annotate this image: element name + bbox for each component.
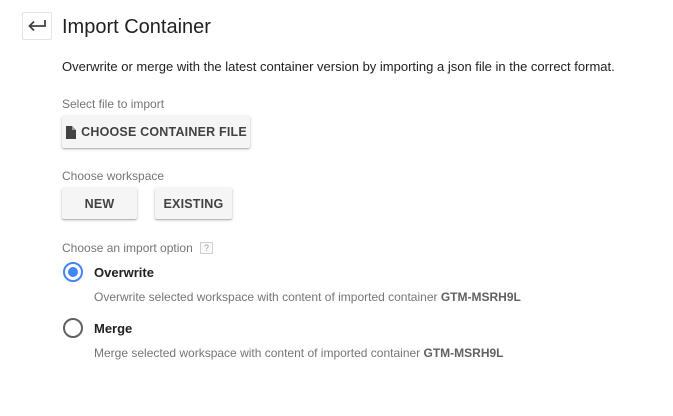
choose-container-file-label: CHOOSE CONTAINER FILE	[81, 125, 247, 139]
page-description: Overwrite or merge with the latest conta…	[62, 59, 615, 74]
choose-workspace-label: Choose workspace	[62, 169, 165, 183]
existing-workspace-button[interactable]: EXISTING	[155, 188, 232, 219]
select-file-label: Select file to import	[62, 97, 165, 111]
merge-radio[interactable]	[63, 318, 83, 338]
choose-container-file-button[interactable]: CHOOSE CONTAINER FILE	[62, 116, 250, 148]
help-icon[interactable]: ?	[200, 242, 213, 254]
import-container-page: Import Container Overwrite or merge with…	[0, 0, 673, 416]
overwrite-container-id: GTM-MSRH9L	[440, 290, 521, 304]
overwrite-radio[interactable]	[63, 262, 83, 282]
back-button[interactable]	[22, 12, 52, 40]
merge-label[interactable]: Merge	[94, 321, 132, 337]
page-title: Import Container	[62, 16, 211, 38]
merge-description-text: Merge selected workspace with content of…	[94, 346, 421, 360]
import-option-label: Choose an import option	[62, 241, 193, 255]
radio-selected-dot	[68, 267, 78, 277]
overwrite-description-text: Overwrite selected workspace with conten…	[94, 290, 438, 304]
merge-description: Merge selected workspace with content of…	[94, 346, 504, 360]
overwrite-description: Overwrite selected workspace with conten…	[94, 290, 521, 304]
overwrite-label[interactable]: Overwrite	[94, 265, 154, 281]
file-icon	[66, 125, 77, 139]
merge-container-id: GTM-MSRH9L	[423, 346, 504, 360]
new-workspace-button[interactable]: NEW	[62, 188, 137, 219]
back-arrow-icon	[28, 20, 46, 32]
